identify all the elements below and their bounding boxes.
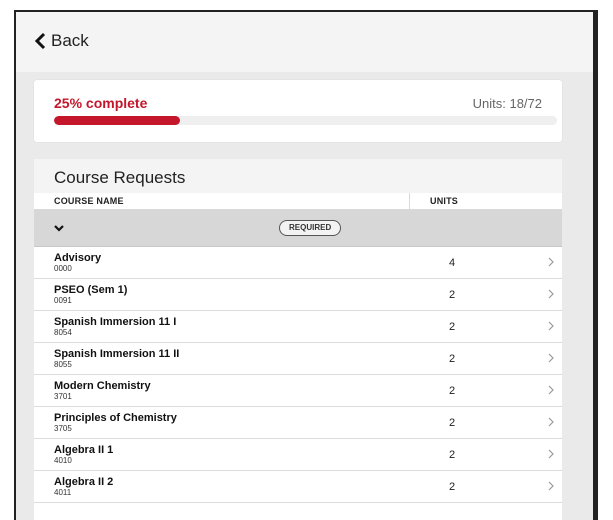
course-units: 2 xyxy=(449,289,456,301)
table-row[interactable]: Spanish Immersion 11 I 8054 2 xyxy=(34,311,562,343)
course-units: 2 xyxy=(449,449,456,461)
column-header-course-name: COURSE NAME xyxy=(54,196,124,206)
chevron-left-icon xyxy=(34,32,46,50)
back-button[interactable]: Back xyxy=(34,30,89,52)
progress-bar xyxy=(54,116,557,125)
table-row[interactable]: Algebra II 1 4010 2 xyxy=(34,439,562,471)
course-name: Algebra II 2 xyxy=(54,476,114,488)
chevron-right-icon[interactable] xyxy=(548,257,554,267)
units-total: Units: 18/72 xyxy=(472,96,542,111)
chevron-down-icon[interactable] xyxy=(54,223,64,233)
course-name: Advisory xyxy=(54,252,102,264)
top-bar: Back xyxy=(16,12,593,72)
app-frame: Back 25% complete Units: 18/72 Course Re… xyxy=(14,10,598,520)
card-title: Course Requests xyxy=(34,159,562,193)
table-row[interactable]: Principles of Chemistry 3705 2 xyxy=(34,407,562,439)
progress-bar-fill xyxy=(54,116,180,125)
course-units: 4 xyxy=(449,257,456,269)
table-row[interactable]: Advisory 0000 4 xyxy=(34,247,562,279)
course-name: Principles of Chemistry xyxy=(54,412,177,424)
course-list: Advisory 0000 4 PSEO (Sem 1) 0091 2 Spanish Im… xyxy=(34,247,562,503)
required-badge: REQUIRED xyxy=(279,220,342,236)
chevron-right-icon[interactable] xyxy=(548,289,554,299)
chevron-right-icon[interactable] xyxy=(548,449,554,459)
chevron-right-icon[interactable] xyxy=(548,321,554,331)
column-header-units: UNITS xyxy=(409,193,458,209)
course-name: PSEO (Sem 1) xyxy=(54,284,128,296)
back-label: Back xyxy=(51,31,89,50)
course-name: Algebra II 1 xyxy=(54,444,114,456)
progress-card: 25% complete Units: 18/72 xyxy=(34,80,562,142)
course-requests-card: Course Requests COURSE NAME UNITS REQUIR… xyxy=(34,159,562,520)
course-name: Spanish Immersion 11 II xyxy=(54,348,180,360)
course-units: 2 xyxy=(449,385,456,397)
course-name: Spanish Immersion 11 I xyxy=(54,316,177,328)
table-row[interactable]: Spanish Immersion 11 II 8055 2 xyxy=(34,343,562,375)
course-code: 4010 xyxy=(54,456,72,465)
progress-percent: 25% complete xyxy=(54,95,148,111)
course-code: 8054 xyxy=(54,328,72,337)
course-units: 2 xyxy=(449,481,456,493)
course-code: 3701 xyxy=(54,392,72,401)
course-name: Modern Chemistry xyxy=(54,380,151,392)
course-code: 0091 xyxy=(54,296,72,305)
table-row[interactable]: PSEO (Sem 1) 0091 2 xyxy=(34,279,562,311)
course-units: 2 xyxy=(449,417,456,429)
course-code: 0000 xyxy=(54,264,72,273)
required-group-header[interactable]: REQUIRED xyxy=(34,210,562,247)
chevron-right-icon[interactable] xyxy=(548,481,554,491)
chevron-right-icon[interactable] xyxy=(548,417,554,427)
table-header: COURSE NAME UNITS xyxy=(34,193,562,210)
course-units: 2 xyxy=(449,321,456,333)
course-code: 3705 xyxy=(54,424,72,433)
course-code: 8055 xyxy=(54,360,72,369)
table-row[interactable]: Modern Chemistry 3701 2 xyxy=(34,375,562,407)
chevron-right-icon[interactable] xyxy=(548,353,554,363)
chevron-right-icon[interactable] xyxy=(548,385,554,395)
course-code: 4011 xyxy=(54,488,72,497)
table-row[interactable]: Algebra II 2 4011 2 xyxy=(34,471,562,503)
course-units: 2 xyxy=(449,353,456,365)
